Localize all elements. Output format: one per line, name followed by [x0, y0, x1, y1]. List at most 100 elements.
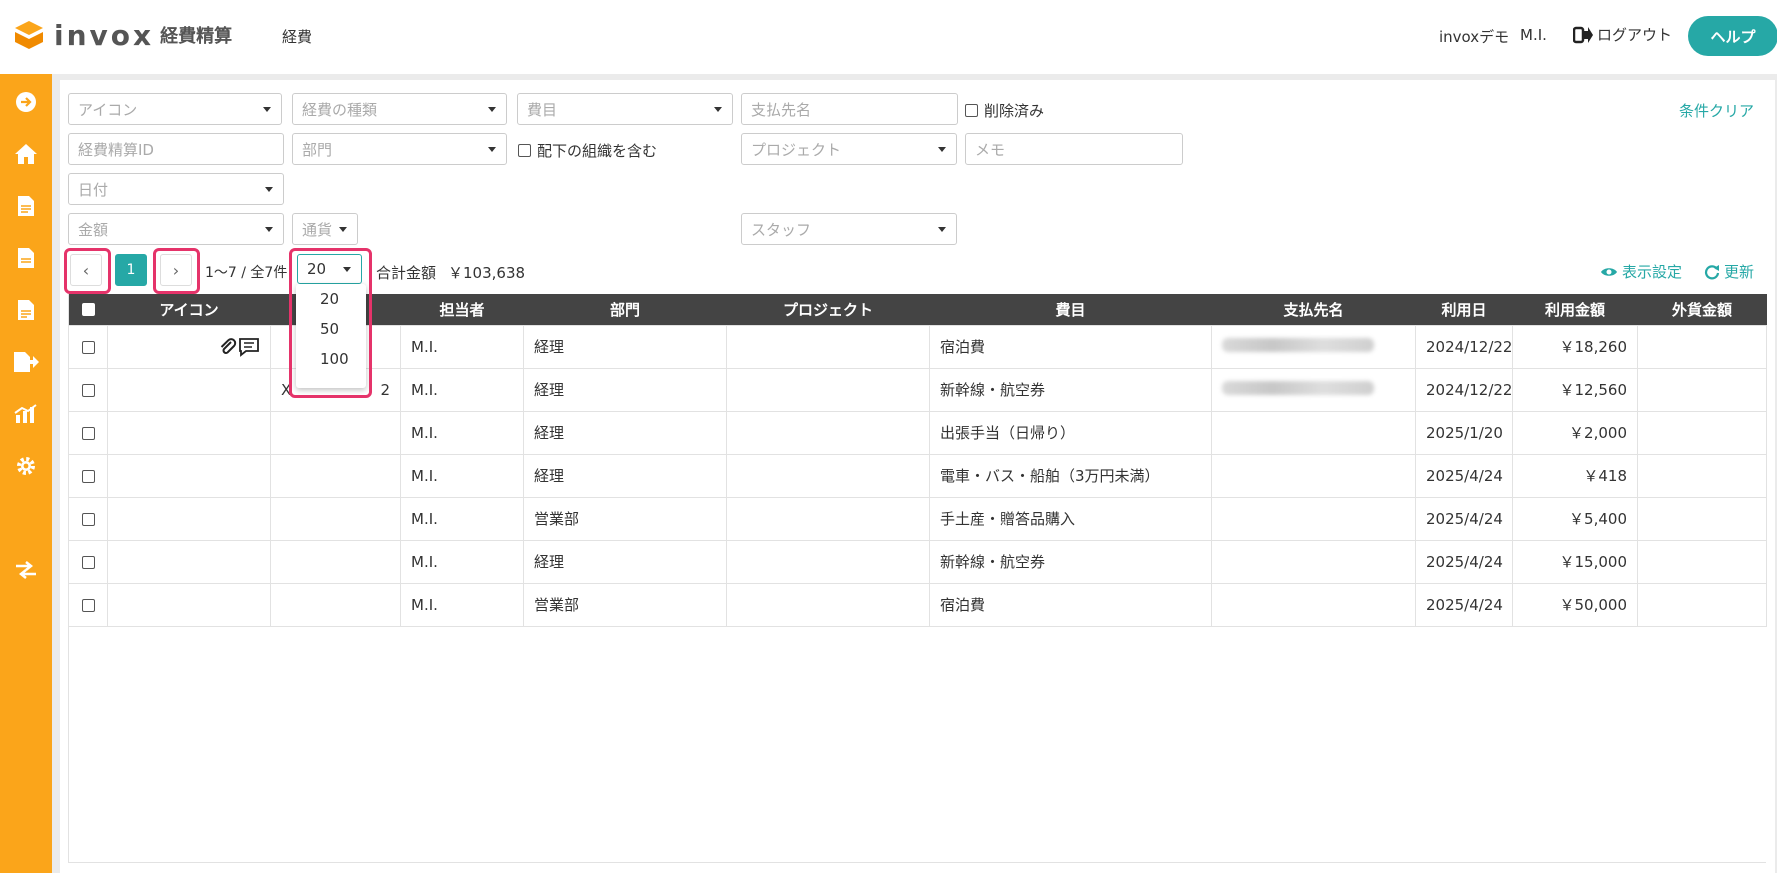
refresh-label: 更新 [1724, 263, 1755, 281]
project-cell [726, 324, 930, 369]
logo[interactable]: invox 経費精算 [12, 18, 232, 52]
report-icon[interactable] [12, 296, 40, 324]
paperclip-icon[interactable] [218, 337, 238, 357]
project-cell [726, 410, 930, 455]
id-tail: 2 [380, 380, 390, 399]
amount-placeholder: 金額 [78, 220, 109, 239]
report-id-placeholder: 経費精算ID [78, 140, 154, 159]
table-row[interactable]: M.I. 営業部 手土産・贈答品購入 2025/4/24 ￥5,400 [68, 496, 1767, 541]
checkbox[interactable] [965, 104, 978, 117]
item-placeholder: 費目 [527, 100, 558, 119]
icon-cell [107, 324, 271, 369]
amount-cell: ￥15,000 [1512, 539, 1638, 584]
display-settings-link[interactable]: 表示設定 [1600, 261, 1682, 282]
table-row[interactable]: M.I. 経理 電車・バス・船舶（3万円未満） 2025/4/24 ￥418 [68, 453, 1767, 498]
item-select[interactable]: 費目 [517, 93, 733, 125]
date-select[interactable]: 日付 [68, 173, 284, 205]
payee-input[interactable]: 支払先名 [741, 93, 958, 125]
expense-type-select[interactable]: 経費の種類 [292, 93, 507, 125]
export-icon[interactable] [12, 348, 40, 376]
column-header[interactable]: 支払先名 [1211, 294, 1416, 325]
column-header[interactable]: 利用金額 [1512, 294, 1638, 325]
row-checkbox[interactable] [81, 598, 95, 612]
amount-cell: ￥2,000 [1512, 410, 1638, 455]
payee-cell [1211, 582, 1416, 627]
checkbox[interactable] [518, 144, 531, 157]
icon-cell [107, 539, 271, 584]
date-cell: 2025/1/20 [1415, 410, 1513, 455]
department-cell: 経理 [523, 453, 727, 498]
chevron-down-icon [714, 107, 722, 112]
table-row[interactable]: M.I. 営業部 宿泊費 2025/4/24 ￥50,000 [68, 582, 1767, 627]
item-cell: 電車・バス・船舶（3万円未満） [929, 453, 1212, 498]
department-select[interactable]: 部門 [292, 133, 507, 165]
select-all-checkbox-cell[interactable] [68, 294, 108, 325]
blurred-payee [1222, 380, 1374, 395]
person-cell: M.I. [400, 496, 524, 541]
clear-filters-link[interactable]: 条件クリア [1679, 100, 1754, 121]
project-cell [726, 582, 930, 627]
icon-filter-select[interactable]: アイコン [68, 93, 282, 125]
payee-cell [1211, 324, 1416, 369]
chart-icon[interactable] [12, 400, 40, 428]
transfer-icon[interactable] [12, 556, 40, 584]
column-header[interactable]: 利用日 [1415, 294, 1513, 325]
document-icon[interactable] [12, 192, 40, 220]
breadcrumb[interactable]: 経費 [282, 26, 312, 47]
column-header[interactable]: プロジェクト [726, 294, 930, 325]
amount-select[interactable]: 金額 [68, 213, 284, 245]
id-cell [270, 496, 401, 541]
blurred-payee [1222, 337, 1374, 352]
column-header[interactable]: 費目 [929, 294, 1212, 325]
row-checkbox[interactable] [81, 555, 95, 569]
column-header[interactable]: 部門 [523, 294, 727, 325]
home-icon[interactable] [12, 140, 40, 168]
row-checkbox[interactable] [81, 340, 95, 354]
person-cell: M.I. [400, 367, 524, 412]
row-checkbox[interactable] [81, 383, 95, 397]
gear-icon[interactable] [12, 452, 40, 480]
table-row[interactable]: M.I. 経理 出張手当（日帰り） 2025/1/20 ￥2,000 [68, 410, 1767, 455]
payee-cell [1211, 410, 1416, 455]
column-header[interactable]: 外貨金額 [1637, 294, 1767, 325]
logout-button[interactable]: ログアウト [1573, 24, 1672, 45]
memo-input[interactable]: メモ [965, 133, 1183, 165]
comment-icon[interactable] [238, 337, 260, 357]
row-checkbox-cell [68, 410, 108, 455]
id-cell [270, 582, 401, 627]
company-name: invoxデモ [1439, 28, 1510, 46]
deleted-checkbox[interactable]: 削除済み [965, 100, 1044, 121]
column-header[interactable]: アイコン [107, 294, 271, 325]
row-checkbox-cell [68, 453, 108, 498]
department-cell: 経理 [523, 539, 727, 584]
item-cell: 宿泊費 [929, 582, 1212, 627]
refresh-link[interactable]: 更新 [1704, 261, 1754, 282]
help-button[interactable]: ヘルプ [1688, 16, 1777, 56]
foreign-amount-cell [1637, 453, 1767, 498]
select-all-checkbox[interactable] [81, 303, 95, 317]
project-select[interactable]: プロジェクト [741, 133, 957, 165]
date-cell: 2025/4/24 [1415, 582, 1513, 627]
staff-placeholder: スタッフ [751, 220, 812, 239]
row-checkbox[interactable] [81, 512, 95, 526]
item-cell: 出張手当（日帰り） [929, 410, 1212, 455]
currency-select[interactable]: 通貨 [292, 213, 358, 245]
chevron-down-icon [488, 147, 496, 152]
row-checkbox[interactable] [81, 469, 95, 483]
date-cell: 2025/4/24 [1415, 539, 1513, 584]
staff-select[interactable]: スタッフ [741, 213, 957, 245]
row-checkbox[interactable] [81, 426, 95, 440]
page-1-button[interactable]: 1 [115, 254, 147, 286]
report-id-input[interactable]: 経費精算ID [68, 133, 284, 165]
payee-cell [1211, 539, 1416, 584]
arrow-right-icon[interactable] [12, 88, 40, 116]
include-sub-checkbox[interactable]: 配下の組織を含む [518, 140, 657, 161]
id-cell [270, 539, 401, 584]
column-header[interactable]: 担当者 [400, 294, 524, 325]
row-checkbox-cell [68, 324, 108, 369]
item-cell: 宿泊費 [929, 324, 1212, 369]
project-placeholder: プロジェクト [751, 140, 842, 159]
currency-placeholder: 通貨 [302, 220, 333, 239]
table-row[interactable]: M.I. 経理 新幹線・航空券 2025/4/24 ￥15,000 [68, 539, 1767, 584]
document-list-icon[interactable] [12, 244, 40, 272]
